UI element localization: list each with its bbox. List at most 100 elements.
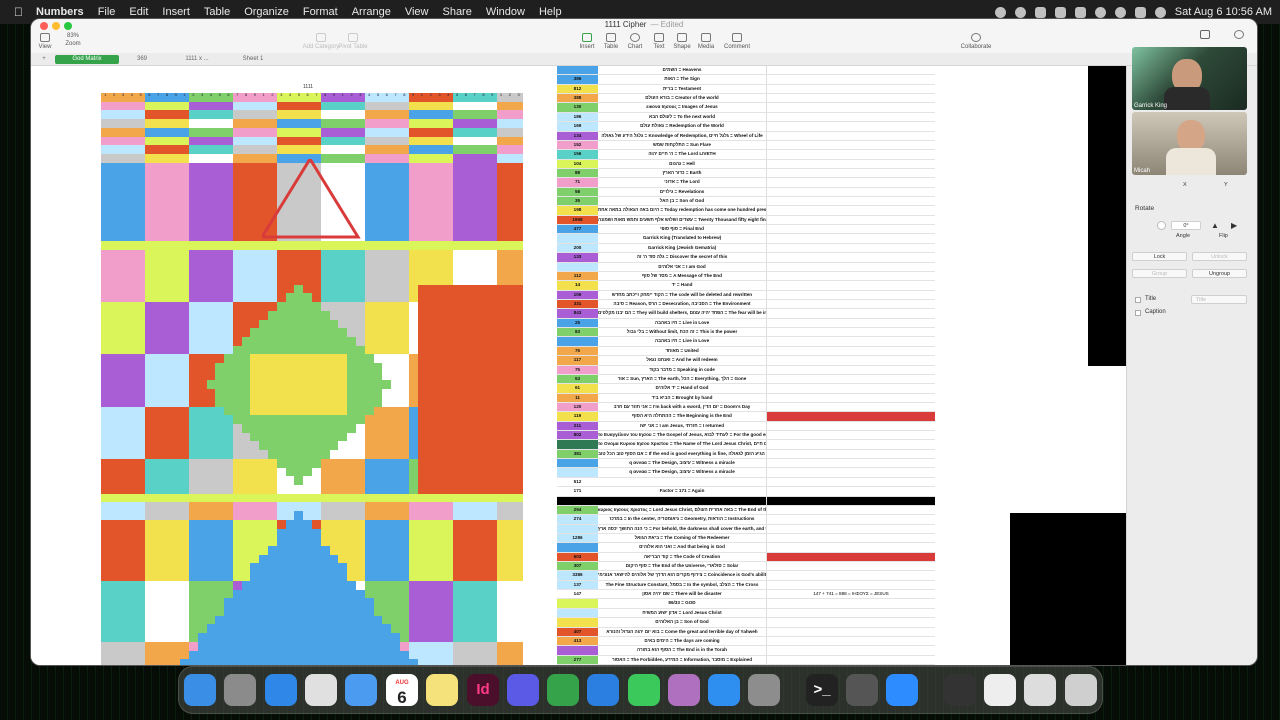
grid-cell[interactable] [329, 354, 339, 364]
grid-cell[interactable] [101, 345, 110, 355]
grid-cell[interactable] [435, 371, 444, 381]
grid-cell[interactable] [206, 188, 216, 198]
grid-cell[interactable]: 3 [435, 93, 444, 102]
phrase-cell[interactable]: ואנחנו נגאל = And he will redeem [598, 356, 766, 364]
grid-cell[interactable] [303, 598, 312, 607]
grid-cell[interactable] [347, 336, 356, 346]
grid-cell[interactable] [232, 380, 242, 390]
grid-cell[interactable] [373, 284, 383, 294]
grid-cell[interactable] [329, 572, 339, 581]
grid-cell[interactable] [443, 119, 453, 128]
window-thumbnail-icon[interactable] [984, 674, 1016, 706]
grid-cell[interactable] [417, 328, 427, 337]
grid-cell[interactable] [197, 476, 207, 486]
grid-cell[interactable] [505, 572, 515, 581]
phrase-cell[interactable]: ה' חיים יהוה = The Lord LIVETH [598, 150, 766, 158]
grid-cell[interactable] [452, 223, 462, 233]
grid-cell[interactable] [188, 371, 198, 381]
grid-cell[interactable] [426, 145, 436, 154]
grid-cell[interactable] [364, 450, 374, 459]
phrase-cell[interactable]: גאולת עולם = Redemption of the World [598, 122, 766, 130]
grid-cell[interactable] [355, 554, 365, 564]
grid-cell[interactable] [452, 659, 462, 665]
grid-cell[interactable] [355, 650, 365, 660]
grid-cell[interactable] [496, 633, 506, 642]
grid-cell[interactable] [452, 363, 462, 372]
grid-cell[interactable] [470, 415, 480, 425]
grid-cell[interactable] [505, 650, 515, 660]
grid-cell[interactable] [408, 232, 418, 242]
grid-cell[interactable] [417, 188, 427, 198]
grid-cell[interactable] [373, 249, 383, 259]
grid-cell[interactable] [109, 206, 119, 215]
grid-cell[interactable] [224, 389, 233, 398]
grid-cell[interactable] [470, 493, 480, 503]
grid-cell[interactable] [347, 302, 356, 311]
grid-cell[interactable] [276, 519, 286, 529]
grid-cell[interactable] [224, 615, 233, 625]
grid-cell[interactable] [109, 598, 119, 607]
grid-cell[interactable] [180, 502, 189, 512]
grid-cell[interactable] [241, 214, 251, 224]
grid-cell[interactable] [206, 493, 216, 503]
grid-cell[interactable] [320, 441, 330, 451]
grid-cell[interactable] [153, 302, 163, 311]
grid-cell[interactable] [197, 624, 207, 634]
grid-cell[interactable] [470, 546, 480, 555]
grid-cell[interactable] [197, 258, 207, 268]
grid-cell[interactable] [268, 563, 277, 573]
grid-cell[interactable] [144, 380, 154, 390]
grid-cell[interactable] [452, 615, 462, 625]
grid-cell[interactable] [188, 171, 198, 181]
gematria-value[interactable]: 147 [557, 590, 598, 599]
phrase-cell[interactable]: חיו באהבה = Live in Love [598, 319, 766, 327]
grid-cell[interactable] [514, 458, 523, 468]
grid-cell[interactable] [329, 345, 339, 355]
grid-cell[interactable] [461, 598, 471, 607]
grid-cell[interactable] [382, 275, 392, 285]
grid-cell[interactable] [417, 180, 427, 189]
calculator-icon[interactable] [846, 674, 878, 706]
grid-cell[interactable] [153, 162, 163, 172]
grid-cell[interactable] [347, 607, 356, 616]
grid-cell[interactable] [171, 293, 181, 303]
grid-cell[interactable] [268, 249, 277, 259]
phrase-cell[interactable]: קוד הבריאה = The Code of Creation [598, 553, 766, 561]
grid-cell[interactable] [338, 624, 348, 634]
grid-cell[interactable] [373, 432, 383, 442]
grid-cell[interactable] [118, 458, 128, 468]
grid-cell[interactable] [224, 249, 233, 259]
cipher-row[interactable]: 35 בן האל = Son of God [557, 197, 935, 207]
grid-cell[interactable] [417, 415, 427, 425]
grid-cell[interactable] [479, 589, 488, 599]
grid-cell[interactable] [505, 345, 515, 355]
grid-cell[interactable] [496, 598, 506, 607]
grid-cell[interactable] [259, 511, 269, 520]
grid-cell[interactable] [303, 467, 312, 477]
grid-cell[interactable] [215, 476, 225, 486]
gematria-value[interactable]: 83 [557, 328, 598, 337]
grid-cell[interactable] [241, 258, 251, 268]
grid-cell[interactable] [452, 354, 462, 364]
grid-cell[interactable] [276, 302, 286, 311]
grid-cell[interactable] [224, 580, 233, 590]
grid-cell[interactable] [118, 197, 128, 207]
grid-cell[interactable] [259, 615, 269, 625]
organize-button[interactable] [1229, 30, 1249, 41]
grid-cell[interactable] [118, 502, 128, 512]
grid-cell[interactable] [391, 467, 400, 477]
grid-cell[interactable] [487, 293, 497, 303]
grid-cell[interactable] [391, 171, 400, 181]
grid-cell[interactable] [373, 415, 383, 425]
grid-cell[interactable] [144, 554, 154, 564]
phrase-cell[interactable]: סיבה = Reason, הרס = Desecration, הסביבה… [598, 300, 766, 308]
grid-cell[interactable] [364, 458, 374, 468]
grid-cell[interactable] [373, 389, 383, 398]
grid-cell[interactable] [136, 572, 145, 581]
grid-cell[interactable] [136, 197, 145, 207]
grid-cell[interactable] [347, 476, 356, 486]
grid-cell[interactable] [399, 214, 409, 224]
grid-cell[interactable] [153, 180, 163, 189]
grid-cell[interactable] [320, 406, 330, 416]
grid-cell[interactable] [144, 511, 154, 520]
